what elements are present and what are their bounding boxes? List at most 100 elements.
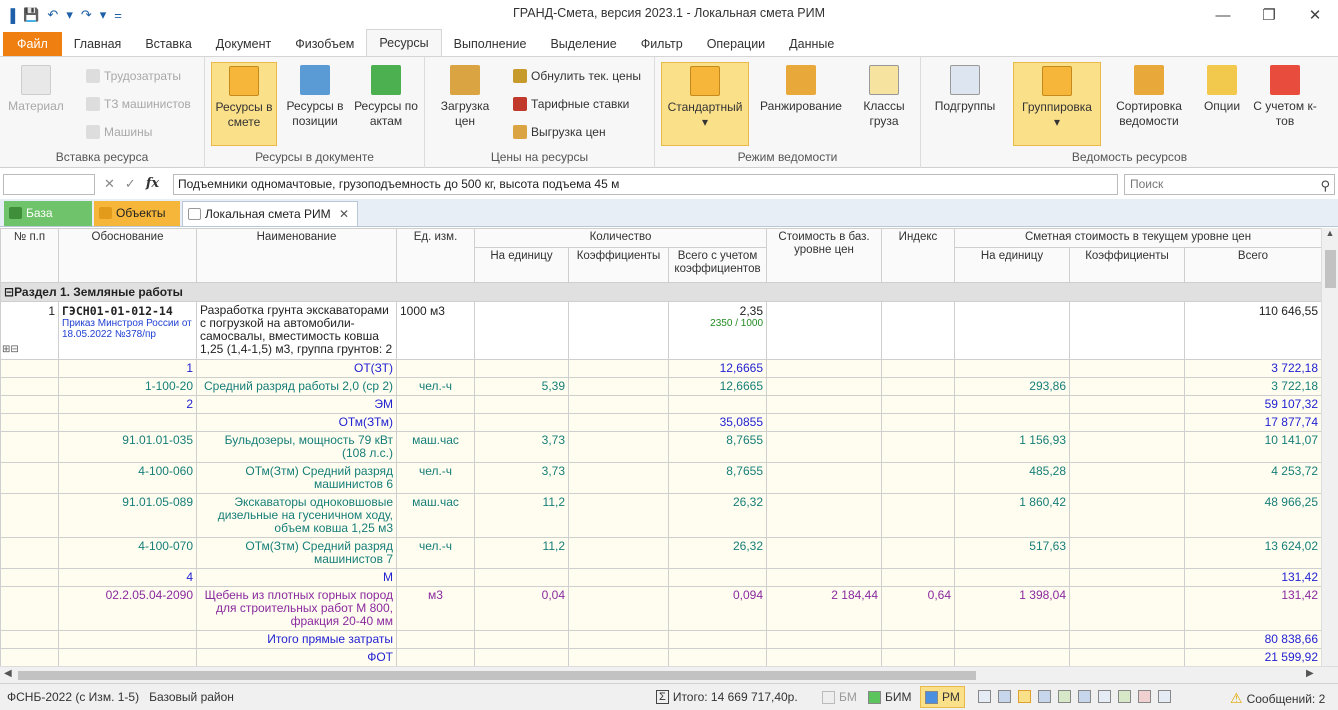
search-input[interactable]: Поиск ⚲ [1124,174,1335,195]
load-prices-button[interactable]: Загрузка цен [433,65,497,129]
operator-labor-button[interactable]: ТЗ машинистов [86,97,191,111]
reset-prices-button[interactable]: Обнулить тек. цены [513,69,641,83]
header-cur-per-unit[interactable]: На единицу [954,247,1070,283]
scroll-left-icon[interactable]: ◀ [4,668,12,679]
close-tab-icon[interactable]: ✕ [339,202,349,226]
resource-row[interactable]: 4-100-060 ОТм(Зтм) Средний разряд машинис… [0,462,1321,494]
ribbon: Материал Трудозатраты ТЗ машинистов Маши… [0,57,1338,168]
header-total-with-coeff[interactable]: Всего с учетом коэффициентов [668,247,767,283]
scroll-up-icon[interactable]: ▲ [1322,228,1338,238]
collapse-section-icon[interactable]: ⊟ [4,285,14,299]
resources-in-position-button[interactable]: Ресурсы в позиции [281,65,349,129]
formula-input[interactable]: Подъемники одномачтовые, грузоподъемност… [173,174,1118,195]
horizontal-scrollbar[interactable]: ◀ ▶ [0,666,1338,683]
tab-insert[interactable]: Вставка [133,32,203,56]
view-mode-9-icon[interactable] [1138,690,1151,703]
bim-toggle[interactable]: БИМ [868,690,912,704]
labor-button[interactable]: Трудозатраты [86,69,181,83]
resource-qty-per-unit [474,413,569,432]
resource-row[interactable]: ОТм(ЗТм) 35,0855 17 877,74 [0,413,1321,432]
machines-button[interactable]: Машины [86,125,152,139]
view-mode-3-icon[interactable] [1018,690,1031,703]
maximize-button[interactable]: ❐ [1246,0,1292,30]
cancel-edit-icon[interactable]: ✕ [104,176,115,192]
resource-unit: м3 [396,586,475,631]
tab-local-estimate[interactable]: Локальная смета РИМ ✕ [182,201,358,226]
view-mode-8-icon[interactable] [1118,690,1131,703]
view-mode-1-icon[interactable] [978,690,991,703]
expand-collapse-icon[interactable]: ⊞⊟ [2,344,19,355]
view-mode-4-icon[interactable] [1038,690,1051,703]
resource-row[interactable]: 1-100-20 Средний разряд работы 2,0 (ср 2)… [0,377,1321,396]
resource-row[interactable]: ФОТ 21 599,92 [0,648,1321,666]
unload-prices-button[interactable]: Выгрузка цен [513,125,606,139]
header-per-unit[interactable]: На единицу [474,247,569,283]
tab-base[interactable]: База [4,201,92,226]
header-coefficients[interactable]: Коэффициенты [568,247,669,283]
header-current-cost[interactable]: Сметная стоимость в текущем уровне цен [953,228,1321,248]
header-num[interactable]: № п.п [0,228,59,283]
resource-row[interactable]: 02.2.05.04-2090 Щебень из плотных горных … [0,586,1321,631]
tab-physvolume[interactable]: Физобъем [283,32,366,56]
function-icon[interactable]: fx [146,176,159,192]
view-mode-6-icon[interactable] [1078,690,1091,703]
view-mode-7-icon[interactable] [1098,690,1111,703]
view-mode-icons [978,690,1171,703]
header-cur-total[interactable]: Всего [1183,247,1321,283]
subgroups-button[interactable]: Подгруппы [931,65,999,114]
tab-file[interactable]: Файл [3,32,62,56]
tariff-rates-button[interactable]: Тарифные ставки [513,97,629,111]
section-row[interactable]: ⊟Раздел 1. Земляные работы [0,282,1321,302]
tab-objects[interactable]: Объекты [94,201,180,226]
standard-mode-button[interactable]: Стандартный ▾ [661,62,749,146]
tab-filter[interactable]: Фильтр [629,32,695,56]
resource-qty-total: 12,6665 [668,359,767,378]
with-coefficients-button[interactable]: С учетом к-тов [1253,65,1317,129]
header-basis[interactable]: Обоснование [58,228,197,283]
tab-document[interactable]: Документ [204,32,283,56]
tab-home[interactable]: Главная [62,32,134,56]
resource-row[interactable]: 4 М 131,42 [0,568,1321,587]
rm-toggle[interactable]: РМ [920,686,965,708]
ranking-button[interactable]: Ранжирование [755,65,847,114]
header-base-cost[interactable]: Стоимость в баз. уровне цен [766,228,882,283]
view-mode-5-icon[interactable] [1058,690,1071,703]
header-cur-coefficients[interactable]: Коэффициенты [1069,247,1185,283]
cargo-classes-button[interactable]: Классы груза [855,65,913,129]
resource-row[interactable]: Итого прямые затраты 80 838,66 [0,630,1321,649]
tab-data[interactable]: Данные [777,32,846,56]
header-name[interactable]: Наименование [196,228,397,283]
resource-row[interactable]: 91.01.05-089 Экскаваторы одноковшовые диз… [0,493,1321,538]
resource-row[interactable]: 4-100-070 ОТм(Зтм) Средний разряд машинис… [0,537,1321,569]
header-index[interactable]: Индекс [881,228,955,283]
tab-operations[interactable]: Операции [695,32,777,56]
view-mode-2-icon[interactable] [998,690,1011,703]
sort-statement-button[interactable]: Сортировка ведомости [1107,65,1191,129]
header-unit[interactable]: Ед. изм. [396,228,475,283]
vertical-scrollbar[interactable]: ▲ [1321,228,1338,666]
search-icon[interactable]: ⚲ [1320,176,1330,195]
resource-row[interactable]: 91.01.01-035 Бульдозеры, мощность 79 кВт … [0,431,1321,463]
messages-indicator[interactable]: ⚠ Сообщений: 2 [1230,690,1325,707]
tab-resources[interactable]: Ресурсы [366,29,442,56]
resources-by-acts-button[interactable]: Ресурсы по актам [353,65,419,129]
bm-toggle[interactable]: БМ [822,690,857,704]
confirm-edit-icon[interactable]: ✓ [125,176,136,192]
resources-in-estimate-button[interactable]: Ресурсы в смете [211,62,277,146]
resource-row[interactable]: 1 ОТ(ЗТ) 12,6665 3 722,18 [0,359,1321,378]
position-row[interactable]: 1 ГЭСН01-01-012-14 Приказ Минстроя Росси… [0,301,1321,360]
tab-execution[interactable]: Выполнение [442,32,539,56]
cell-name-box[interactable] [3,174,95,195]
options-button[interactable]: Опции [1197,65,1247,114]
vertical-scroll-thumb[interactable] [1325,250,1336,288]
tab-selection[interactable]: Выделение [538,32,628,56]
scroll-right-icon[interactable]: ▶ [1306,668,1314,679]
grouping-button[interactable]: Группировка ▾ [1013,62,1101,146]
close-button[interactable]: ✕ [1292,0,1338,30]
view-mode-10-icon[interactable] [1158,690,1171,703]
resource-row[interactable]: 2 ЭМ 59 107,32 [0,395,1321,414]
horizontal-scroll-thumb[interactable] [18,671,976,680]
minimize-button[interactable]: — [1200,0,1246,30]
header-quantity[interactable]: Количество [474,228,767,248]
material-button[interactable]: Материал [8,65,64,114]
